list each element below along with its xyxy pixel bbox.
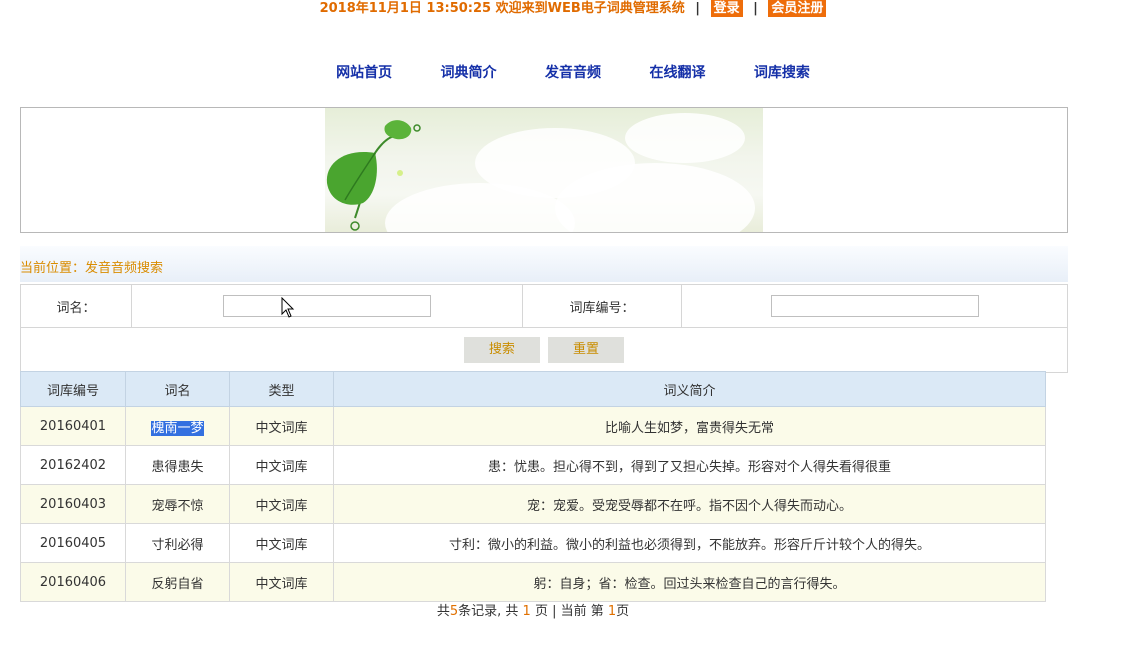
cell-id: 20160406 bbox=[20, 562, 126, 602]
cell-meaning: 躬：自身；省：检查。回过头来检查自己的言行得失。 bbox=[333, 562, 1046, 602]
table-row[interactable]: 20160403 宠辱不惊 中文词库 宠：宠爱。受宠受辱都不在呼。指不因个人得失… bbox=[20, 484, 1046, 524]
nav-pronunciation-audio[interactable]: 发音音频 bbox=[545, 62, 601, 82]
cell-meaning: 寸利：微小的利益。微小的利益也必须得到，不能放弃。形容斤斤计较个人的得失。 bbox=[333, 523, 1046, 563]
cell-word[interactable]: 槐南一梦 bbox=[151, 420, 204, 436]
table-header-row: 词库编号 词名 类型 词义简介 bbox=[20, 371, 1046, 407]
col-header-word: 词名 bbox=[125, 371, 230, 407]
table-row[interactable]: 20162402 患得患失 中文词库 患：忧患。担心得不到，得到了又担心失掉。形… bbox=[20, 445, 1046, 485]
cell-id: 20160403 bbox=[20, 484, 126, 524]
col-header-meaning: 词义简介 bbox=[333, 371, 1046, 407]
word-id-input[interactable] bbox=[770, 295, 979, 317]
datetime: 2018年11月1日 13:50:25 bbox=[319, 1, 492, 16]
col-header-id: 词库编号 bbox=[20, 371, 126, 407]
nav-home[interactable]: 网站首页 bbox=[336, 62, 392, 82]
nav-online-translate[interactable]: 在线翻译 bbox=[649, 62, 705, 82]
mouse-cursor-icon bbox=[281, 297, 295, 318]
total-records: 5 bbox=[449, 604, 459, 619]
register-button[interactable]: 会员注册 bbox=[768, 0, 827, 17]
banner bbox=[20, 107, 1068, 233]
cell-type: 中文词库 bbox=[229, 562, 334, 602]
word-name-input[interactable] bbox=[223, 295, 431, 317]
table-row[interactable]: 20160401 槐南一梦 中文词库 比喻人生如梦，富贵得失无常 bbox=[20, 406, 1046, 446]
cell-word[interactable]: 宠辱不惊 bbox=[125, 484, 230, 524]
cell-meaning: 患：忧患。担心得不到，得到了又担心失掉。形容对个人得失看得很重 bbox=[333, 445, 1046, 485]
separator: | bbox=[753, 1, 758, 16]
welcome-text: 欢迎来到WEB电子词典管理系统 bbox=[495, 1, 685, 16]
results-table: 词库编号 词名 类型 词义简介 20160401 槐南一梦 中文词库 比喻人生如… bbox=[20, 371, 1046, 602]
cell-type: 中文词库 bbox=[229, 445, 334, 485]
col-header-type: 类型 bbox=[229, 371, 334, 407]
table-row[interactable]: 20160405 寸利必得 中文词库 寸利：微小的利益。微小的利益也必须得到，不… bbox=[20, 523, 1046, 563]
cell-type: 中文词库 bbox=[229, 523, 334, 563]
pagination: 共5条记录, 共 1 页 | 当前 第 1页 bbox=[436, 604, 630, 619]
cell-type: 中文词库 bbox=[229, 406, 334, 446]
nav-dictionary-intro[interactable]: 词典简介 bbox=[441, 62, 497, 82]
cell-id: 20160405 bbox=[20, 523, 126, 563]
top-bar: 2018年11月1日 13:50:25 欢迎来到WEB电子词典管理系统 | 登录… bbox=[0, 0, 1146, 20]
word-id-label: 词库编号： bbox=[522, 284, 682, 328]
banner-image bbox=[325, 108, 763, 232]
cell-meaning: 比喻人生如梦，富贵得失无常 bbox=[333, 406, 1046, 446]
cell-id: 20160401 bbox=[20, 406, 126, 446]
search-form: 词名： 词库编号： 搜索 重置 bbox=[20, 284, 1068, 373]
main-nav: 网站首页 词典简介 发音音频 在线翻译 词库搜索 bbox=[0, 62, 1146, 84]
cell-word[interactable]: 寸利必得 bbox=[125, 523, 230, 563]
breadcrumb-bar: 当前位置：发音音频搜索 bbox=[20, 246, 1068, 282]
cell-meaning: 宠：宠爱。受宠受辱都不在呼。指不因个人得失而动心。 bbox=[333, 484, 1046, 524]
cell-word[interactable]: 患得患失 bbox=[125, 445, 230, 485]
current-page: 1 bbox=[607, 604, 617, 619]
word-name-label: 词名： bbox=[20, 284, 132, 328]
table-row[interactable]: 20160406 反躬自省 中文词库 躬：自身；省：检查。回过头来检查自己的言行… bbox=[20, 562, 1046, 602]
total-pages: 1 bbox=[522, 604, 531, 619]
cell-word[interactable]: 反躬自省 bbox=[125, 562, 230, 602]
cell-id: 20162402 bbox=[20, 445, 126, 485]
separator: | bbox=[695, 1, 701, 16]
cell-type: 中文词库 bbox=[229, 484, 334, 524]
nav-word-search[interactable]: 词库搜索 bbox=[754, 62, 810, 82]
breadcrumb: 当前位置：发音音频搜索 bbox=[20, 261, 164, 276]
leaf-icon bbox=[326, 120, 421, 231]
search-button[interactable]: 搜索 bbox=[463, 337, 540, 363]
reset-button[interactable]: 重置 bbox=[548, 337, 625, 363]
login-button[interactable]: 登录 bbox=[710, 0, 743, 17]
